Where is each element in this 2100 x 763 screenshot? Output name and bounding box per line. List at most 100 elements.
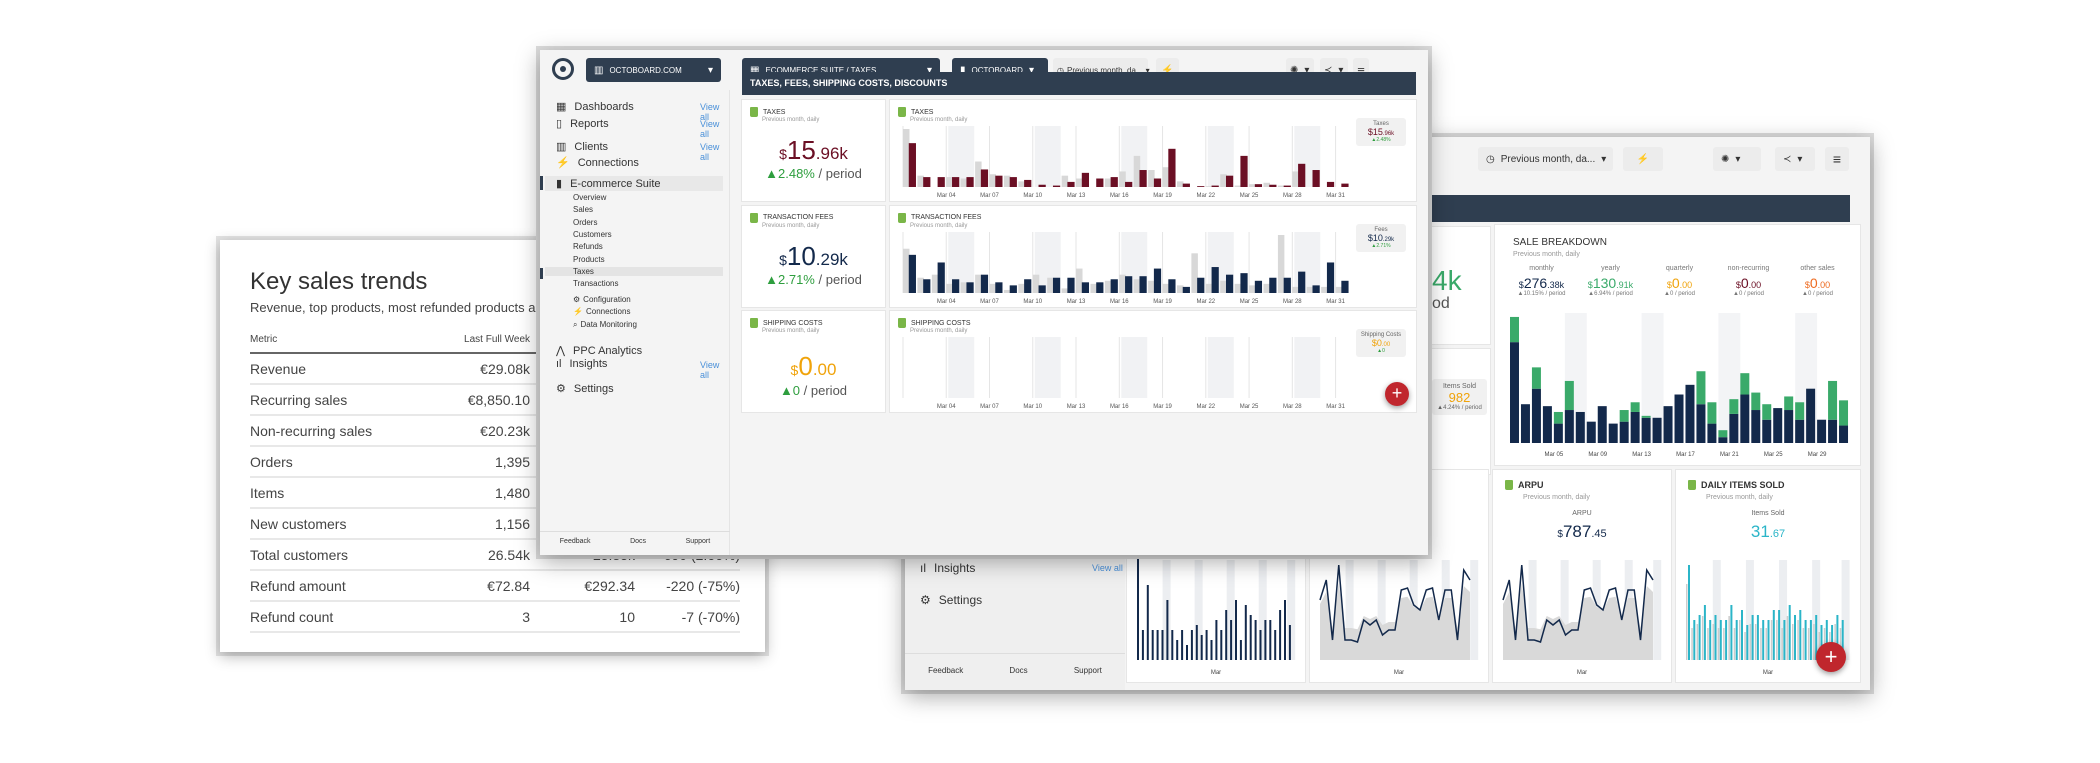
feedback-link[interactable]: Feedback: [560, 538, 591, 545]
support-link[interactable]: Support: [686, 538, 711, 545]
back-add-widget-button[interactable]: +: [1816, 642, 1846, 672]
current-bar: [1153, 268, 1162, 293]
previous-bar: [917, 175, 924, 187]
yearly-bar: [1762, 404, 1772, 420]
sidebar-item-ppc-analytics[interactable]: ⋀ PPC Analytics: [556, 344, 642, 358]
previous-bar: [1076, 178, 1083, 187]
weekend-band: [1034, 126, 1061, 187]
back-share-button[interactable]: ≺ ▾: [1775, 147, 1815, 171]
back-period-select[interactable]: ◷ Previous month, da... ▾: [1478, 147, 1613, 171]
sidebar-subitem-taxes[interactable]: Taxes: [545, 266, 723, 276]
monthly-bar: [1828, 419, 1838, 443]
sidebar-item-insights[interactable]: ıl Insights: [556, 358, 607, 370]
previous-bar: [1813, 624, 1815, 660]
current-bar: [1225, 175, 1234, 187]
back-support-link[interactable]: Support: [1074, 666, 1102, 675]
previous-bar: [1032, 274, 1040, 293]
building-icon: ▥: [594, 64, 604, 76]
back-insights-view-all[interactable]: View all: [1092, 563, 1123, 573]
previous-bar: [1119, 171, 1126, 187]
yearly-bar: [1630, 402, 1640, 412]
previous-bar: [1018, 283, 1025, 293]
bar: [1703, 605, 1706, 660]
x-tick-label: Mar 25: [1764, 452, 1783, 458]
sidebar-subitem-customers[interactable]: Customers: [573, 230, 612, 239]
insights-view-all[interactable]: View all: [700, 360, 729, 380]
bar: [1809, 620, 1812, 660]
sidebar-subitem-overview[interactable]: Overview: [573, 193, 606, 202]
x-tick-label: Mar 04: [937, 404, 956, 410]
current-bar: [1326, 181, 1335, 187]
x-tick-label: Mar 28: [1283, 193, 1302, 199]
kpi-value: $10.29k: [779, 240, 848, 271]
sidebar-item-settings[interactable]: ⚙ Settings: [556, 382, 614, 396]
subitem-label: Sales: [573, 205, 594, 215]
current-bar: [1298, 163, 1306, 187]
sidebar-subitem-transactions[interactable]: Transactions: [573, 279, 619, 288]
previous-bar: [1321, 286, 1328, 293]
bar-chart-icon: ıl: [556, 358, 562, 370]
bar: [1269, 620, 1272, 660]
current-bar: [1269, 277, 1277, 293]
x-tick-label: Mar 07: [980, 299, 999, 305]
back-docs-link[interactable]: Docs: [1009, 666, 1027, 675]
sale-kpi-value: $0.00: [1666, 275, 1693, 291]
current-bar: [1225, 274, 1234, 293]
back-menu-button[interactable]: ≡: [1825, 147, 1849, 171]
sidebar-item-reports[interactable]: ▯ Reports: [556, 117, 609, 131]
add-widget-button[interactable]: +: [1385, 382, 1409, 406]
bar: [1767, 620, 1770, 660]
bar: [1181, 630, 1184, 660]
back-theme-button[interactable]: ✺ ▾: [1713, 147, 1761, 171]
sidebar-subitem-sales[interactable]: Sales: [573, 205, 593, 214]
x-tick-label: Mar 19: [1153, 404, 1172, 410]
previous-bar: [1306, 286, 1314, 293]
previous-cell: €292.34: [530, 570, 635, 602]
sidebar-subitem-orders[interactable]: Orders: [573, 218, 597, 227]
legend-value: 982: [1448, 390, 1471, 405]
sidebar-subitem-refunds[interactable]: Refunds: [573, 242, 603, 251]
sidebar-item-clients[interactable]: ▥ Clients: [556, 140, 608, 154]
ppc-icon: ⋀: [556, 345, 566, 357]
reports-view-all[interactable]: View all: [700, 119, 729, 139]
x-tick-label: Mar 07: [980, 193, 999, 199]
briefcase-icon: ▮: [556, 178, 563, 190]
current-bar: [1110, 177, 1118, 187]
sale-kpi-value: $130.91k: [1587, 275, 1634, 291]
clients-view-all[interactable]: View all: [700, 142, 729, 162]
sale-kpi-label: quarterly: [1665, 265, 1694, 272]
shopify-icon: [750, 212, 758, 223]
monthly-bar: [1641, 417, 1651, 443]
bar: [1259, 630, 1262, 660]
previous-bar: [1003, 289, 1011, 293]
back-sidebar-settings[interactable]: ⚙ Settings: [920, 593, 982, 607]
sidebar-tool-configuration[interactable]: ⚙ Configuration: [573, 295, 631, 304]
current-bar: [980, 169, 989, 187]
back-feedback-link[interactable]: Feedback: [928, 666, 963, 675]
building-icon: ▥: [556, 141, 567, 153]
yearly-bar: [1696, 371, 1706, 405]
previous-bar: [1292, 171, 1299, 187]
sidebar-tool-connections[interactable]: ⚡ Connections: [573, 307, 630, 316]
sidebar-item-ecommerce-suite[interactable]: ▮ E-commerce Suite: [545, 176, 723, 191]
back-sidebar-insights[interactable]: ıl Insights: [920, 561, 975, 575]
sidebar-subitem-products[interactable]: Products: [573, 255, 605, 264]
sidebar-item-connections[interactable]: ⚡ Connections: [556, 156, 639, 170]
shipping-costs-kpi-card: SHIPPING COSTS Previous month, daily $0.00…: [742, 311, 885, 412]
current-bar: [1211, 185, 1219, 187]
current-bar: [952, 177, 960, 187]
docs-link[interactable]: Docs: [630, 538, 646, 545]
sale-kpi-change: ▲0 / period: [1802, 291, 1833, 297]
bar: [1244, 605, 1247, 660]
bar: [1756, 615, 1759, 660]
current-bar: [1081, 172, 1090, 187]
back-connections-button[interactable]: ⚡: [1623, 147, 1663, 171]
previous-bar: [1205, 283, 1213, 293]
bar: [1730, 605, 1733, 660]
org-select[interactable]: ▥ OCTOBOARD.COM ▾: [586, 58, 721, 82]
sidebar-tool-data-monitoring[interactable]: ⌕ Data Monitoring: [573, 320, 637, 330]
sidebar-item-dashboards[interactable]: ▦ Dashboards: [556, 100, 634, 114]
x-tick-label: Mar 29: [1808, 452, 1827, 458]
change-cell: -7 (-70%): [635, 601, 740, 633]
bar: [1788, 605, 1791, 660]
